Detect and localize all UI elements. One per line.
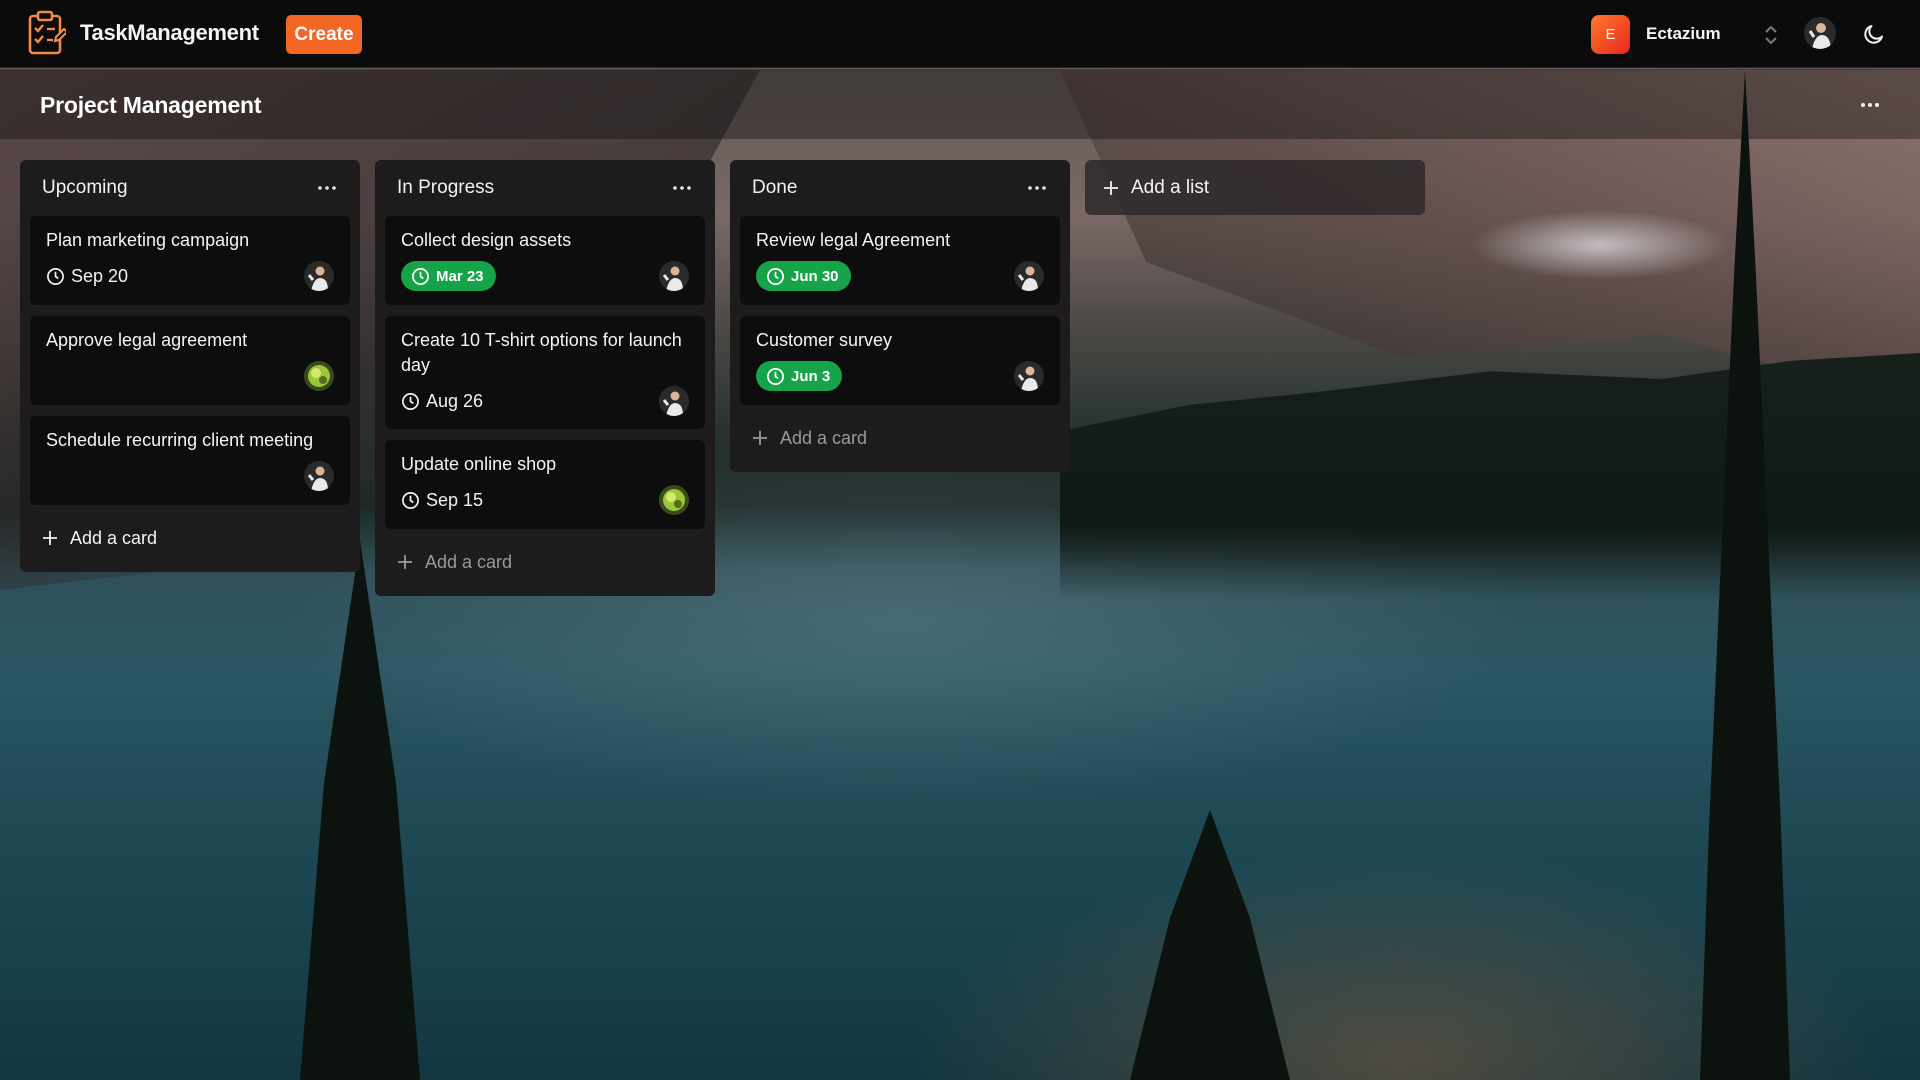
board-header [0, 69, 1920, 139]
plus-icon [398, 555, 412, 569]
clock-icon [767, 267, 784, 285]
card-meta [46, 361, 334, 391]
moon-icon[interactable] [1862, 22, 1886, 46]
due-date-label: Sep 15 [426, 489, 484, 510]
member-avatar[interactable] [1014, 261, 1044, 291]
top-navigation-bar: TaskManagement Create E Ectazium [0, 0, 1920, 68]
add-list-button[interactable]: Add a list [1085, 160, 1425, 215]
workspace-name[interactable]: Ectazium [1646, 24, 1721, 44]
card-meta: Sep 15 [401, 485, 689, 515]
task-card[interactable]: Plan marketing campaign Sep 20 [30, 216, 350, 305]
more-dots-icon[interactable] [1858, 96, 1882, 114]
card-title: Create 10 T-shirt options for launch day [401, 330, 682, 375]
add-card-button[interactable]: Add a card [385, 540, 705, 584]
background-tree [300, 540, 420, 1080]
task-card[interactable]: Approve legal agreement [30, 316, 350, 405]
member-avatar[interactable] [304, 261, 334, 291]
member-avatar[interactable] [304, 461, 334, 491]
due-date-label: Mar 23 [436, 267, 484, 285]
list-title[interactable]: In Progress [397, 177, 494, 199]
clock-icon [767, 367, 784, 385]
add-card-label: Add a card [425, 551, 513, 572]
plus-icon [43, 531, 57, 545]
card-meta [46, 461, 334, 491]
clipboard-logo-icon[interactable] [26, 9, 66, 57]
due-date-badge[interactable]: Mar 23 [401, 261, 496, 291]
add-card-button[interactable]: Add a card [30, 516, 350, 560]
more-dots-icon[interactable] [1026, 184, 1048, 192]
card-title: Collect design assets [401, 230, 572, 250]
add-list-label: Add a list [1131, 176, 1210, 198]
background-tree [1130, 810, 1290, 1080]
clock-icon [402, 392, 419, 410]
task-card[interactable]: Customer survey Jun 3 [740, 316, 1060, 405]
more-dots-icon[interactable] [671, 184, 693, 192]
list-in-progress: In Progress Collect design assets Mar 23… [375, 160, 715, 596]
due-date-label: Aug 26 [426, 390, 484, 411]
plus-icon [1104, 180, 1118, 195]
card-title: Customer survey [756, 330, 893, 350]
create-button[interactable]: Create [286, 15, 362, 54]
list-header: Done [740, 160, 1060, 216]
more-dots-icon[interactable] [316, 184, 338, 192]
task-card[interactable]: Review legal Agreement Jun 30 [740, 216, 1060, 305]
workspace-avatar[interactable]: E [1591, 15, 1630, 54]
card-meta: Sep 20 [46, 261, 334, 291]
due-date: Aug 26 [401, 391, 483, 412]
list-done: Done Review legal Agreement Jun 30 Custo… [730, 160, 1070, 472]
clock-icon [47, 267, 64, 285]
due-date-badge[interactable]: Jun 3 [756, 361, 843, 391]
card-title: Review legal Agreement [756, 230, 951, 250]
brand-name[interactable]: TaskManagement [80, 20, 259, 46]
list-header: Upcoming [30, 160, 350, 216]
card-title: Approve legal agreement [46, 330, 248, 350]
member-avatar[interactable] [304, 361, 334, 391]
card-meta: Aug 26 [401, 386, 689, 416]
task-card[interactable]: Schedule recurring client meeting [30, 416, 350, 505]
chevron-updown-icon[interactable] [1762, 22, 1780, 48]
task-card[interactable]: Collect design assets Mar 23 [385, 216, 705, 305]
due-date-label: Jun 30 [791, 267, 839, 285]
task-card[interactable]: Update online shop Sep 15 [385, 440, 705, 529]
due-date: Sep 15 [401, 490, 483, 511]
background-forest [1060, 353, 1920, 600]
clock-icon [402, 491, 419, 509]
list-header: In Progress [385, 160, 705, 216]
due-date-badge[interactable]: Jun 30 [756, 261, 851, 291]
add-card-button[interactable]: Add a card [740, 416, 1060, 460]
task-card[interactable]: Create 10 T-shirt options for launch day… [385, 316, 705, 429]
workspace-initial: E [1605, 26, 1616, 43]
list-title[interactable]: Upcoming [42, 177, 128, 199]
card-title: Plan marketing campaign [46, 230, 250, 250]
card-title: Schedule recurring client meeting [46, 430, 314, 450]
card-meta: Jun 3 [756, 361, 1044, 391]
member-avatar[interactable] [659, 386, 689, 416]
due-date-label: Sep 20 [71, 265, 129, 286]
plus-icon [753, 431, 767, 445]
card-title: Update online shop [401, 454, 557, 474]
add-card-label: Add a card [780, 427, 868, 448]
member-avatar[interactable] [659, 485, 689, 515]
due-date-label: Jun 3 [791, 367, 831, 385]
add-card-label: Add a card [70, 527, 158, 548]
background-snow [1470, 210, 1730, 280]
board-title[interactable]: Project Management [40, 92, 262, 119]
list-title[interactable]: Done [752, 177, 797, 199]
member-avatar[interactable] [659, 261, 689, 291]
clock-icon [412, 267, 429, 285]
card-meta: Mar 23 [401, 261, 689, 291]
member-avatar[interactable] [1014, 361, 1044, 391]
list-upcoming: Upcoming Plan marketing campaign Sep 20 … [20, 160, 360, 572]
user-avatar[interactable] [1804, 17, 1836, 49]
due-date: Sep 20 [46, 266, 128, 287]
card-meta: Jun 30 [756, 261, 1044, 291]
